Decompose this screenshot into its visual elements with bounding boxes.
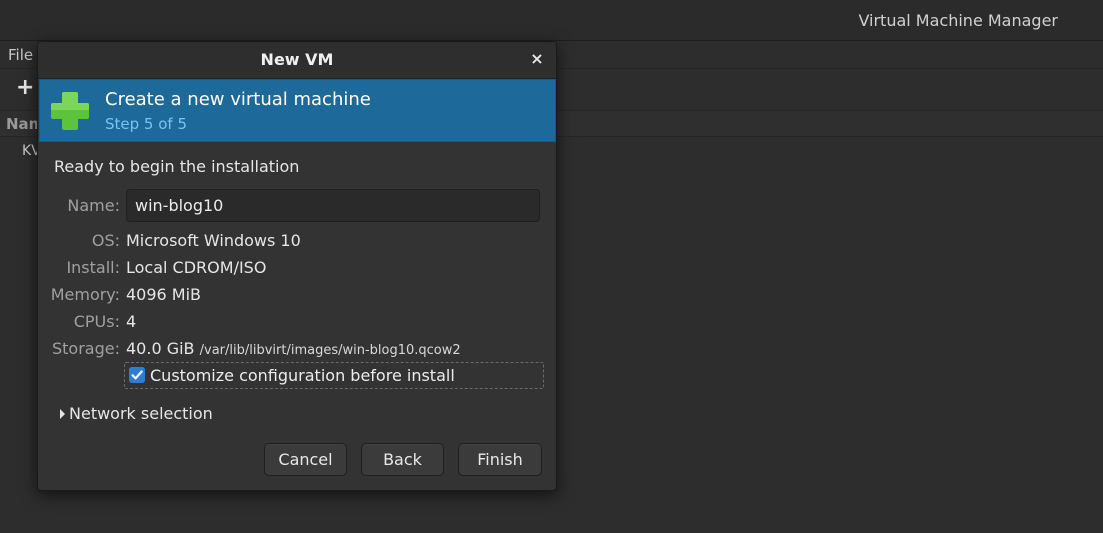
- banner-title: Create a new virtual machine: [105, 89, 371, 110]
- close-icon[interactable]: ×: [528, 50, 546, 68]
- storage-size: 40.0 GiB: [126, 339, 195, 358]
- new-vm-toolbar-button[interactable]: +: [16, 77, 34, 99]
- plus-icon: [51, 92, 89, 130]
- back-button[interactable]: Back: [361, 443, 444, 476]
- main-titlebar: Virtual Machine Manager: [0, 0, 1103, 41]
- vm-name-input[interactable]: [126, 189, 540, 222]
- ready-heading: Ready to begin the installation: [54, 157, 300, 176]
- dialog-titlebar: New VM ×: [38, 42, 556, 79]
- banner-step: Step 5 of 5: [105, 115, 188, 133]
- os-label: OS:: [91, 231, 120, 250]
- cpus-value: 4: [126, 312, 137, 331]
- dialog-title: New VM: [260, 50, 334, 69]
- storage-path: /var/lib/libvirt/images/win-blog10.qcow2: [199, 343, 461, 358]
- storage-value: 40.0 GiB /var/lib/libvirt/images/win-blo…: [126, 339, 461, 358]
- network-selection-label: Network selection: [69, 404, 213, 423]
- expander-arrow-icon: [60, 409, 65, 419]
- menu-file[interactable]: File: [8, 46, 33, 64]
- memory-value: 4096 MiB: [126, 285, 202, 304]
- wizard-banner: Create a new virtual machine Step 5 of 5: [39, 79, 556, 142]
- install-value: Local CDROM/ISO: [126, 258, 267, 277]
- storage-label: Storage:: [52, 339, 120, 358]
- cpus-label: CPUs:: [73, 312, 120, 331]
- name-label: Name:: [67, 196, 120, 215]
- cancel-button[interactable]: Cancel: [264, 443, 347, 476]
- new-vm-dialog: New VM × Create a new virtual machine St…: [37, 41, 557, 491]
- checkbox-checked-icon[interactable]: [129, 367, 145, 383]
- customize-checkbox-row[interactable]: Customize configuration before install: [124, 362, 544, 389]
- memory-label: Memory:: [50, 285, 120, 304]
- app-title: Virtual Machine Manager: [858, 11, 1058, 30]
- os-value: Microsoft Windows 10: [126, 231, 301, 250]
- customize-label: Customize configuration before install: [150, 366, 455, 385]
- finish-button[interactable]: Finish: [458, 443, 542, 476]
- install-label: Install:: [66, 258, 120, 277]
